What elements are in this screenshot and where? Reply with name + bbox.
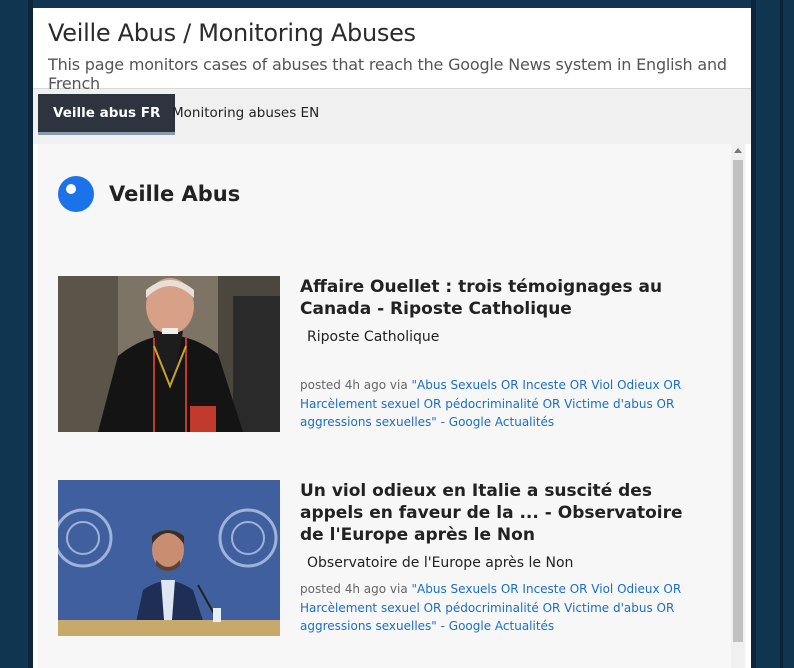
item-source: Observatoire de l'Europe après le Non [307,555,574,571]
item-title-link[interactable]: Un viol odieux en Italie a suscité des a… [300,480,700,546]
press-conference-photo-image [58,480,280,636]
item-source: Riposte Catholique [307,329,440,345]
window-edge-right [751,0,756,668]
window-edge-right-outer [780,0,783,668]
site-subtitle: This page monitors cases of abuses that … [48,55,727,93]
site-title: Veille Abus / Monitoring Abuses [48,19,416,47]
feed-scrollbar[interactable] [731,144,745,668]
cardinal-photo-image [58,276,280,432]
item-posted-text: posted 4h ago via [300,378,408,392]
item-meta: posted 4h ago via "Abus Sexuels OR Inces… [300,580,715,636]
rss-feed-icon-dot [66,184,76,194]
item-title-link[interactable]: Affaire Ouellet : trois témoignages au C… [300,276,700,320]
feed-title: Veille Abus [109,182,241,206]
feed-gadget: Veille Abus Affaire Ouellet: trois témo… [38,144,731,668]
scroll-up-arrow-icon[interactable] [734,148,742,153]
tab-monitoring-abuses-en[interactable]: Monitoring abuses EN [157,94,334,132]
item-thumbnail-press-conference[interactable] [58,480,280,636]
item-posted-text: posted 4h ago via [300,582,408,596]
site-header: Veille Abus / Monitoring Abuses This pag… [33,8,751,93]
tab-bar: Veille abus FR Monitoring abuses EN [33,89,751,144]
main-panel: Veille Abus / Monitoring Abuses This pag… [33,8,751,668]
scrollbar-thumb[interactable] [733,160,743,642]
rss-feed-icon [58,176,94,212]
item-meta: posted 4h ago via "Abus Sexuels OR Inces… [300,376,715,432]
item-thumbnail-cardinal[interactable] [58,276,280,432]
tab-veille-abus-fr[interactable]: Veille abus FR [38,94,176,135]
